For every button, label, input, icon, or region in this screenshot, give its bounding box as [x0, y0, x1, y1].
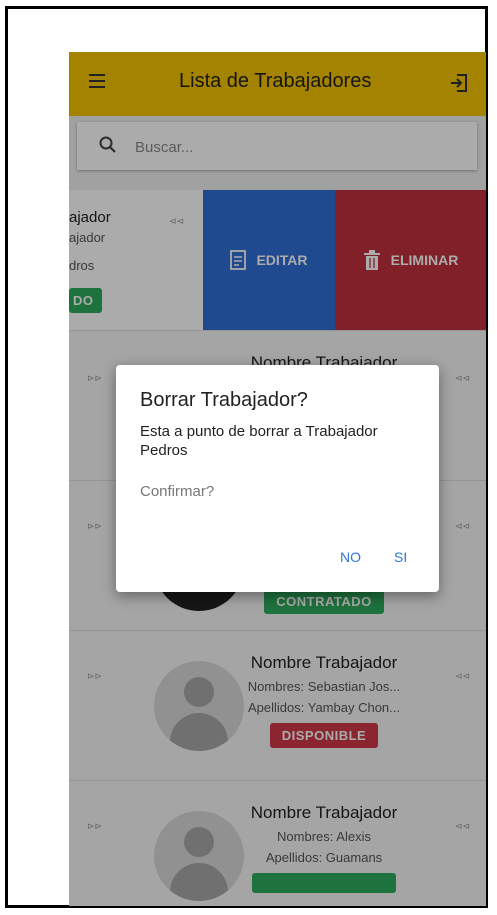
no-button[interactable]: NO: [340, 549, 361, 565]
dialog-message: Esta a punto de borrar a Trabajador Pedr…: [140, 423, 378, 459]
yes-button[interactable]: SI: [394, 549, 407, 565]
dialog-title: Borrar Trabajador?: [140, 389, 308, 411]
dialog-confirm-text: Confirmar?: [140, 483, 215, 500]
confirm-dialog: Borrar Trabajador? Esta a punto de borra…: [116, 365, 439, 592]
screenshot-frame: Lista de Trabajadores ajador ajador dros…: [5, 6, 488, 908]
app-screen: Lista de Trabajadores ajador ajador dros…: [69, 52, 486, 906]
